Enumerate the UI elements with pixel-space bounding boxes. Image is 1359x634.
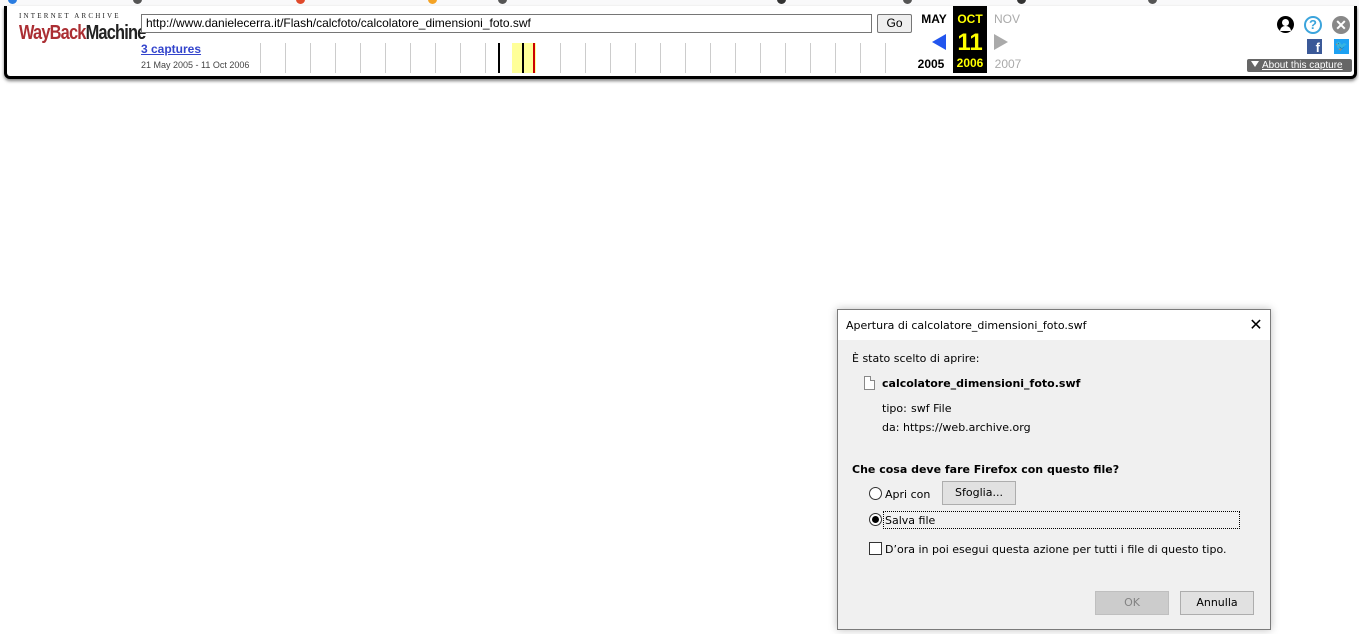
action-question: Che cosa deve fare Firefox con questo fi… xyxy=(852,463,1120,476)
year-tick xyxy=(785,43,786,73)
file-type-label: tipo: xyxy=(882,402,907,415)
file-name: calcolatore_dimensioni_foto.swf xyxy=(882,377,1081,390)
captures-link[interactable]: 3 captures xyxy=(141,42,201,56)
open-with-label[interactable]: Apri con xyxy=(885,488,930,501)
logo-way: WayBack xyxy=(19,22,86,44)
bookmark-icon[interactable] xyxy=(777,0,786,4)
year-tick xyxy=(810,43,811,73)
twitter-icon[interactable]: 🐦 xyxy=(1334,39,1349,54)
help-icon[interactable]: ? xyxy=(1304,16,1322,34)
save-file-radio[interactable] xyxy=(869,513,882,526)
open-with-radio[interactable] xyxy=(869,487,882,500)
bookmark-icon[interactable] xyxy=(8,0,17,4)
year-tick xyxy=(485,43,486,73)
dialog-close-icon[interactable]: ✕ xyxy=(1246,315,1266,335)
remember-choice-checkbox[interactable] xyxy=(869,542,882,555)
bookmark-icon[interactable] xyxy=(1017,0,1026,4)
year-tick xyxy=(385,43,386,73)
account-icon[interactable] xyxy=(1277,16,1294,33)
year-tick xyxy=(835,43,836,73)
year-tick xyxy=(260,43,261,73)
url-input[interactable]: http://www.danielecerra.it/Flash/calcfot… xyxy=(141,14,872,33)
logo-wordmark: WayBackMachine xyxy=(19,22,146,45)
file-icon xyxy=(864,376,875,390)
cancel-button[interactable]: Annulla xyxy=(1180,591,1254,615)
file-open-dialog: Apertura di calcolatore_dimensioni_foto.… xyxy=(837,309,1271,630)
year-tick xyxy=(360,43,361,73)
bookmark-icon[interactable] xyxy=(1148,0,1157,4)
year-tick xyxy=(660,43,661,73)
year-tick xyxy=(410,43,411,73)
facebook-icon[interactable]: f xyxy=(1307,39,1322,54)
save-file-focus-ring xyxy=(883,511,1240,529)
dialog-intro-text: È stato scelto di aprire: xyxy=(852,352,980,365)
year-tick xyxy=(760,43,761,73)
bookmark-icon[interactable] xyxy=(903,0,912,4)
year-tick xyxy=(460,43,461,73)
year-tick xyxy=(335,43,336,73)
year-tick xyxy=(610,43,611,73)
wayback-logo[interactable]: INTERNET ARCHIVE WayBackMachine xyxy=(19,12,146,62)
prev-year-label[interactable]: 2005 xyxy=(913,57,949,71)
current-capture-date: OCT 11 2006 xyxy=(953,6,987,73)
current-month-label: OCT xyxy=(957,12,983,26)
year-tick xyxy=(310,43,311,73)
dialog-title: Apertura di calcolatore_dimensioni_foto.… xyxy=(846,319,1087,332)
about-capture-label: About this capture xyxy=(1262,60,1343,71)
capture-bar[interactable] xyxy=(522,43,524,73)
year-tick xyxy=(860,43,861,73)
file-source-label: da: xyxy=(882,421,900,434)
capture-sparkline[interactable] xyxy=(260,43,910,73)
current-capture-bar[interactable] xyxy=(533,43,535,73)
bookmark-icon[interactable] xyxy=(133,0,142,4)
prev-month-label[interactable]: MAY xyxy=(919,12,949,26)
logo-internet-archive-text: INTERNET ARCHIVE xyxy=(19,12,121,20)
dialog-titlebar[interactable]: Apertura di calcolatore_dimensioni_foto.… xyxy=(838,310,1270,340)
bookmark-icon[interactable] xyxy=(498,0,507,4)
year-tick xyxy=(885,43,886,73)
year-tick xyxy=(685,43,686,73)
next-month-label: NOV xyxy=(993,12,1020,26)
bookmark-icon[interactable] xyxy=(296,0,305,4)
caret-down-icon xyxy=(1251,61,1259,67)
year-tick xyxy=(585,43,586,73)
file-type-value: swf File xyxy=(911,402,952,415)
current-year-label: 2006 xyxy=(956,56,984,70)
prev-capture-arrow-icon[interactable] xyxy=(932,34,946,50)
year-tick xyxy=(635,43,636,73)
file-source-value: https://web.archive.org xyxy=(903,421,1031,434)
go-button[interactable]: Go xyxy=(877,14,912,33)
year-tick xyxy=(285,43,286,73)
ok-button[interactable]: OK xyxy=(1095,591,1169,615)
save-file-label[interactable]: Salva file xyxy=(885,514,935,527)
bookmark-icon[interactable] xyxy=(428,0,437,4)
capture-bar[interactable] xyxy=(498,43,500,73)
captures-range: 21 May 2005 - 11 Oct 2006 xyxy=(141,60,250,70)
next-capture-arrow-icon xyxy=(994,34,1008,50)
about-capture-button[interactable]: About this capture xyxy=(1247,59,1352,72)
wayback-toolbar: INTERNET ARCHIVE WayBackMachine http://w… xyxy=(4,6,1357,79)
next-year-label: 2007 xyxy=(994,57,1022,71)
year-tick xyxy=(735,43,736,73)
year-tick xyxy=(435,43,436,73)
current-day-label: 11 xyxy=(957,29,983,56)
remember-choice-label[interactable]: D’ora in poi esegui questa azione per tu… xyxy=(885,543,1227,556)
year-tick xyxy=(560,43,561,73)
close-toolbar-icon[interactable]: ✕ xyxy=(1332,16,1350,34)
year-tick xyxy=(710,43,711,73)
logo-machine: Machine xyxy=(85,22,147,44)
browse-button[interactable]: Sfoglia... xyxy=(942,481,1016,505)
